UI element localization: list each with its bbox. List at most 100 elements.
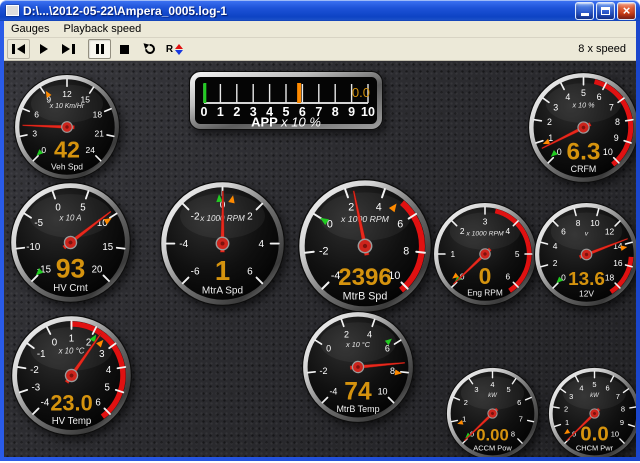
svg-text:1: 1: [69, 333, 74, 344]
svg-text:4: 4: [106, 365, 112, 376]
svg-text:2: 2: [233, 105, 240, 119]
gauge-mtra-spd: -6-4-20246x 1000 RPM1MtrA Spd: [160, 181, 285, 306]
svg-text:4: 4: [553, 241, 558, 251]
svg-text:8: 8: [332, 105, 339, 119]
svg-text:-5: -5: [34, 218, 43, 229]
dial-mtra-spd: -6-4-20246x 1000 RPM1MtrA Spd: [160, 181, 285, 306]
stop-icon: [120, 45, 129, 54]
window-title: D:\...\2012-05-22\Ampera_0005.log-1: [23, 4, 573, 18]
play-icon: [40, 44, 48, 54]
svg-text:-3: -3: [32, 382, 41, 393]
svg-text:5: 5: [581, 88, 586, 98]
gauge-unit: x 10 °C: [58, 347, 85, 356]
svg-text:-2: -2: [320, 366, 328, 376]
close-button[interactable]: ×: [617, 2, 636, 20]
svg-text:8: 8: [615, 117, 620, 127]
svg-text:6: 6: [397, 219, 403, 231]
svg-text:6: 6: [597, 92, 602, 102]
svg-text:3: 3: [32, 128, 37, 138]
svg-text:5: 5: [506, 385, 510, 394]
close-icon: ×: [623, 4, 631, 17]
dial-mtrb-temp: -4-20246810x 10 °C74MtrB Temp: [302, 311, 414, 423]
skip-to-start-icon: [12, 44, 15, 54]
minimize-icon: [581, 13, 589, 16]
maximize-icon: [601, 7, 610, 15]
svg-text:10: 10: [590, 218, 600, 228]
svg-text:10: 10: [603, 147, 613, 157]
dial-chcm-pwr: 012345678910kW0.0CHCM Pwr: [548, 367, 636, 457]
svg-text:9: 9: [348, 105, 355, 119]
loop-icon: [142, 42, 156, 56]
gauge-value: 93: [56, 254, 86, 284]
svg-text:1: 1: [450, 249, 455, 259]
dial-veh-spd: 03691215182124x 10 Km/Hr42Veh Spd: [14, 74, 120, 180]
gauge-unit: x 1000 RPM: [340, 214, 390, 224]
svg-text:0: 0: [55, 202, 60, 213]
svg-text:4: 4: [490, 380, 494, 389]
svg-text:6: 6: [385, 344, 390, 354]
stop-button[interactable]: [113, 39, 136, 59]
gauge-hv-crnt: -15-10-505101520x 10 A93HV Crnt: [10, 182, 131, 303]
gauge-name: HV Crnt: [53, 283, 88, 294]
gauge-mtrb-spd: -4-20246810x 1000 RPM2396MtrB Spd: [298, 179, 432, 313]
gauge-value: 0: [479, 263, 492, 289]
app-icon: [6, 5, 19, 16]
svg-text:6: 6: [606, 383, 610, 392]
svg-text:20: 20: [92, 264, 103, 275]
gauge-unit: v: [585, 231, 589, 238]
svg-text:2: 2: [348, 201, 354, 213]
svg-text:21: 21: [95, 128, 105, 138]
app-window: D:\...\2012-05-22\Ampera_0005.log-1 × Ga…: [0, 0, 640, 463]
svg-text:3: 3: [483, 217, 488, 227]
play-button[interactable]: [32, 39, 55, 59]
gauge-unit: kW: [590, 393, 600, 399]
menu-playback-speed[interactable]: Playback speed: [57, 22, 149, 36]
bar-gauge-app: 0123456789100.0APP x 10 %: [189, 71, 383, 130]
bar-gauge-name: APP x 10 %: [251, 115, 321, 130]
svg-text:0: 0: [201, 105, 208, 119]
gauge-value: 1: [215, 255, 230, 286]
maximize-button[interactable]: [596, 2, 615, 20]
dial-accm-pow: 012345678kW0.00ACCM Pow: [446, 367, 539, 457]
titlebar: D:\...\2012-05-22\Ampera_0005.log-1 ×: [0, 0, 640, 21]
dial-hv-temp: -4-3-2-10123456x 10 °C23.0HV Temp: [11, 315, 132, 436]
reset-peaks-button[interactable]: R: [163, 39, 186, 59]
gauge-unit: x 1000 RPM: [465, 230, 504, 237]
gauge-unit: x 10 °C: [345, 340, 371, 349]
skip-to-end-button[interactable]: [57, 39, 80, 59]
gauge-name: Veh Spd: [51, 161, 83, 171]
svg-text:8: 8: [390, 366, 395, 376]
gauge-12v: 024681012141618v13.612V: [534, 202, 636, 307]
gauge-name: MtrA Spd: [202, 286, 243, 297]
gauge-value: 0.0: [580, 422, 608, 445]
gauge-mtrb-temp: -4-20246810x 10 °C74MtrB Temp: [302, 311, 414, 423]
minimize-button[interactable]: [575, 2, 594, 20]
gauge-value: 13.6: [568, 269, 605, 290]
loop-button[interactable]: [138, 39, 161, 59]
svg-text:6: 6: [34, 109, 39, 119]
svg-text:0: 0: [557, 147, 562, 157]
svg-text:10: 10: [611, 429, 619, 438]
bar-gauge-app: 0123456789100.0APP x 10 %: [189, 71, 383, 130]
svg-text:-2: -2: [191, 212, 200, 223]
svg-text:7: 7: [609, 102, 614, 112]
svg-text:3: 3: [553, 102, 558, 112]
svg-text:4: 4: [579, 383, 583, 392]
svg-text:7: 7: [519, 415, 523, 424]
menu-gauges[interactable]: Gauges: [4, 22, 57, 36]
svg-text:1: 1: [217, 105, 224, 119]
playback-speed-label: 8 x speed: [578, 43, 634, 55]
svg-text:-1: -1: [37, 349, 46, 360]
svg-text:8: 8: [403, 245, 409, 257]
svg-text:0: 0: [326, 344, 331, 354]
svg-text:-2: -2: [30, 365, 39, 376]
toolbar: R 8 x speed: [4, 38, 636, 61]
skip-to-start-button[interactable]: [7, 39, 30, 59]
svg-text:5: 5: [80, 202, 85, 213]
dashboard: 03691215182124x 10 Km/Hr42Veh Spd 012345…: [4, 61, 636, 457]
pause-button[interactable]: [88, 39, 111, 59]
bar-gauge-value: 0.0: [352, 85, 370, 100]
pause-icon: [96, 44, 99, 54]
dial-12v: 024681012141618v13.612V: [534, 202, 636, 307]
svg-text:3: 3: [99, 349, 104, 360]
